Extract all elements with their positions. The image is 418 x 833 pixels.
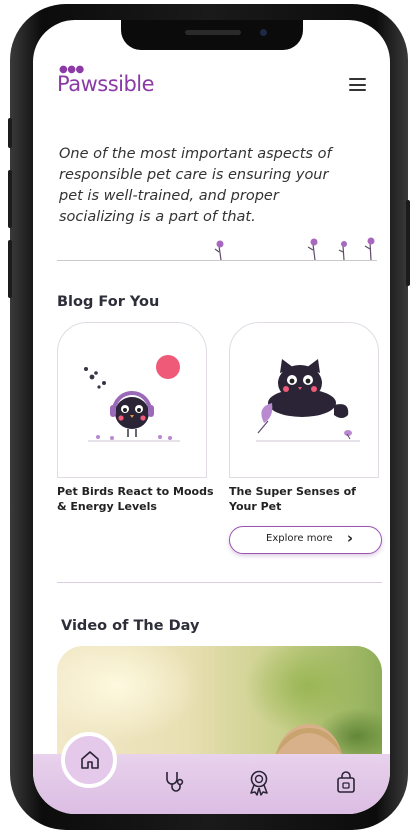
chevron-right-icon: › [346, 529, 353, 547]
blog-card-title-birds[interactable]: Pet Birds React to Moods & Energy Levels [57, 484, 217, 514]
app-logo-text: Pawssible [57, 72, 155, 96]
earpiece-speaker [185, 30, 241, 35]
app-logo[interactable]: ●●● Pawssible [57, 64, 155, 96]
hero-quote: One of the most important aspects of res… [59, 146, 332, 225]
shopping-bag-icon[interactable] [335, 770, 357, 794]
award-icon[interactable] [247, 770, 271, 796]
blog-card-birds[interactable] [57, 322, 207, 478]
explore-more-button[interactable]: Explore more › [229, 526, 382, 554]
volume-up-button [8, 170, 12, 228]
hamburger-menu-icon[interactable] [349, 78, 366, 91]
front-camera [260, 29, 267, 36]
app-screen: ●●● Pawssible One of the most important … [33, 20, 390, 814]
black-cat-icon [256, 359, 360, 442]
explore-more-label: Explore more [266, 533, 333, 544]
blog-section-title: Blog For You [57, 294, 160, 310]
home-icon [81, 751, 99, 769]
blog-card-cat[interactable] [229, 322, 379, 478]
section-divider [57, 582, 382, 583]
blog-card-title-cat[interactable]: The Super Senses of Your Pet [229, 484, 369, 514]
hero-ground-line [57, 260, 377, 261]
home-nav-button[interactable] [61, 732, 117, 788]
video-section-title: Video of The Day [61, 618, 200, 634]
volume-down-button [8, 240, 12, 298]
stethoscope-icon[interactable] [163, 770, 185, 794]
paw-icon: ●●● [59, 64, 84, 75]
bird-with-headphones-icon [84, 355, 180, 442]
power-button [406, 200, 410, 286]
mute-switch [8, 118, 12, 148]
notch [121, 20, 303, 50]
flower-sprouts-illustration [214, 237, 375, 261]
